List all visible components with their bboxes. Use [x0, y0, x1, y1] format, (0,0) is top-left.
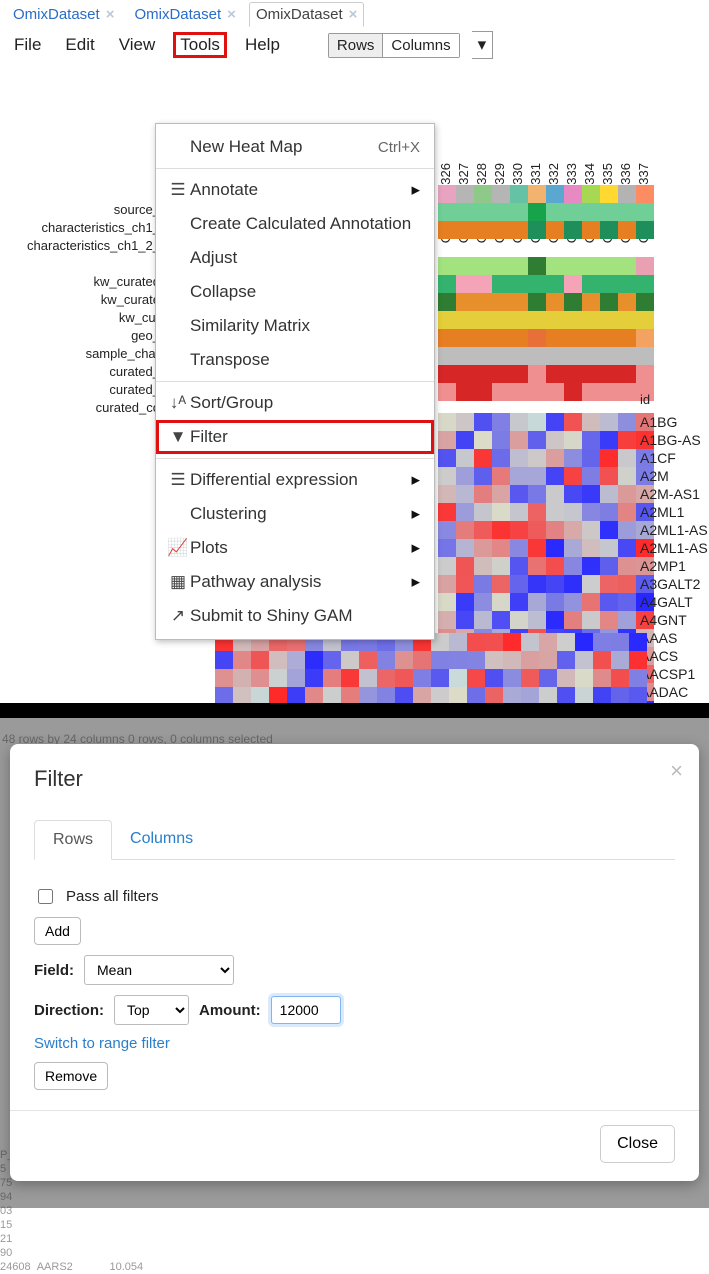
menu-filter[interactable]: ▼Filter [156, 420, 434, 454]
pass-all-label: Pass all filters [66, 888, 159, 905]
close-icon[interactable]: × [227, 6, 236, 23]
remove-button[interactable]: Remove [34, 1062, 108, 1090]
amount-label: Amount: [199, 1002, 261, 1019]
filter-form: Pass all filters Add Field: Mean Directi… [34, 860, 675, 1090]
chevron-right-icon: ▸ [411, 470, 420, 490]
tab-omix-0[interactable]: OmixDataset× [6, 2, 121, 27]
menu-annotate[interactable]: ☰Annotate▸ [156, 173, 434, 207]
menu-pathway[interactable]: ▦Pathway analysis▸ [156, 565, 434, 599]
chevron-right-icon: ▸ [411, 504, 420, 524]
tab-rows[interactable]: Rows [34, 820, 112, 860]
menu-plots[interactable]: 📈Plots▸ [156, 531, 434, 565]
rows-toggle[interactable]: Rows [329, 34, 384, 57]
dialog-title: Filter [34, 766, 675, 792]
menu-help[interactable]: Help [239, 33, 286, 57]
share-icon: ↗ [166, 606, 190, 626]
menu-sort-group[interactable]: ↓ᴬSort/Group [156, 386, 434, 420]
annotation-heatmap [438, 185, 654, 401]
direction-label: Direction: [34, 1002, 104, 1019]
menu-similarity[interactable]: Similarity Matrix [156, 309, 434, 343]
row-annotation-labels: source_ characteristics_ch1_ characteris… [0, 201, 160, 417]
close-icon[interactable]: × [349, 6, 358, 23]
menu-edit[interactable]: Edit [59, 33, 100, 57]
filter-icon: ▼ [166, 427, 190, 447]
rows-columns-toggle: Rows Columns [328, 33, 460, 58]
menu-collapse[interactable]: Collapse [156, 275, 434, 309]
field-select[interactable]: Mean [84, 955, 234, 985]
menu-new-heatmap[interactable]: New Heat MapCtrl+X [156, 130, 434, 164]
tab-columns[interactable]: Columns [112, 820, 211, 859]
menu-clustering[interactable]: Clustering▸ [156, 497, 434, 531]
chevron-right-icon: ▸ [411, 180, 420, 200]
chevron-right-icon: ▸ [411, 538, 420, 558]
expression-heatmap-spill [215, 633, 647, 703]
columns-toggle[interactable]: Columns [383, 34, 458, 57]
menu-diffex[interactable]: ☰Differential expression▸ [156, 463, 434, 497]
menu-file[interactable]: File [8, 33, 47, 57]
id-column-label: id [640, 392, 650, 407]
close-icon[interactable]: × [106, 6, 115, 23]
direction-select[interactable]: Top [114, 995, 189, 1025]
close-button[interactable]: Close [600, 1125, 675, 1163]
document-tabs: OmixDataset× OmixDataset× OmixDataset× [0, 0, 709, 27]
gene-labels: A1BG A1BG-AS A1CF A2M A2M-AS1 A2ML1 A2ML… [640, 413, 708, 703]
dropdown-caret[interactable]: ▾ [472, 31, 494, 59]
menu-tools[interactable]: Tools [173, 32, 227, 58]
dialog-close-button[interactable]: × [670, 758, 683, 784]
table-icon: ▦ [166, 572, 190, 592]
tools-menu: New Heat MapCtrl+X ☰Annotate▸ Create Cal… [155, 123, 435, 640]
list-icon: ☰ [166, 470, 190, 490]
sort-icon: ↓ᴬ [166, 393, 190, 413]
filter-dialog: Filter × Rows Columns Pass all filters A… [10, 744, 699, 1181]
heatmap-area: GSM5823326 GSM5823327 GSM5823328 GSM5823… [0, 63, 709, 703]
menu-transpose[interactable]: Transpose [156, 343, 434, 377]
list-icon: ☰ [166, 180, 190, 200]
menubar: File Edit View Tools Help Rows Columns ▾ [0, 27, 709, 63]
dialog-tabs: Rows Columns [34, 820, 675, 860]
tab-omix-2[interactable]: OmixDataset× [249, 2, 364, 27]
separator-bar [0, 703, 709, 718]
add-button[interactable]: Add [34, 917, 81, 945]
chevron-right-icon: ▸ [411, 572, 420, 592]
modal-overlay: 48 rows by 24 columns 0 rows, 0 columns … [0, 718, 709, 1208]
chart-icon: 📈 [166, 538, 190, 558]
menu-adjust[interactable]: Adjust [156, 241, 434, 275]
switch-range-link[interactable]: Switch to range filter [34, 1035, 170, 1052]
amount-input[interactable] [271, 996, 341, 1024]
menu-shiny-gam[interactable]: ↗Submit to Shiny GAM [156, 599, 434, 633]
field-label: Field: [34, 962, 74, 979]
menu-calc-annotation[interactable]: Create Calculated Annotation [156, 207, 434, 241]
pass-all-checkbox[interactable] [38, 889, 53, 904]
menu-view[interactable]: View [113, 33, 162, 57]
tab-omix-1[interactable]: OmixDataset× [127, 2, 242, 27]
